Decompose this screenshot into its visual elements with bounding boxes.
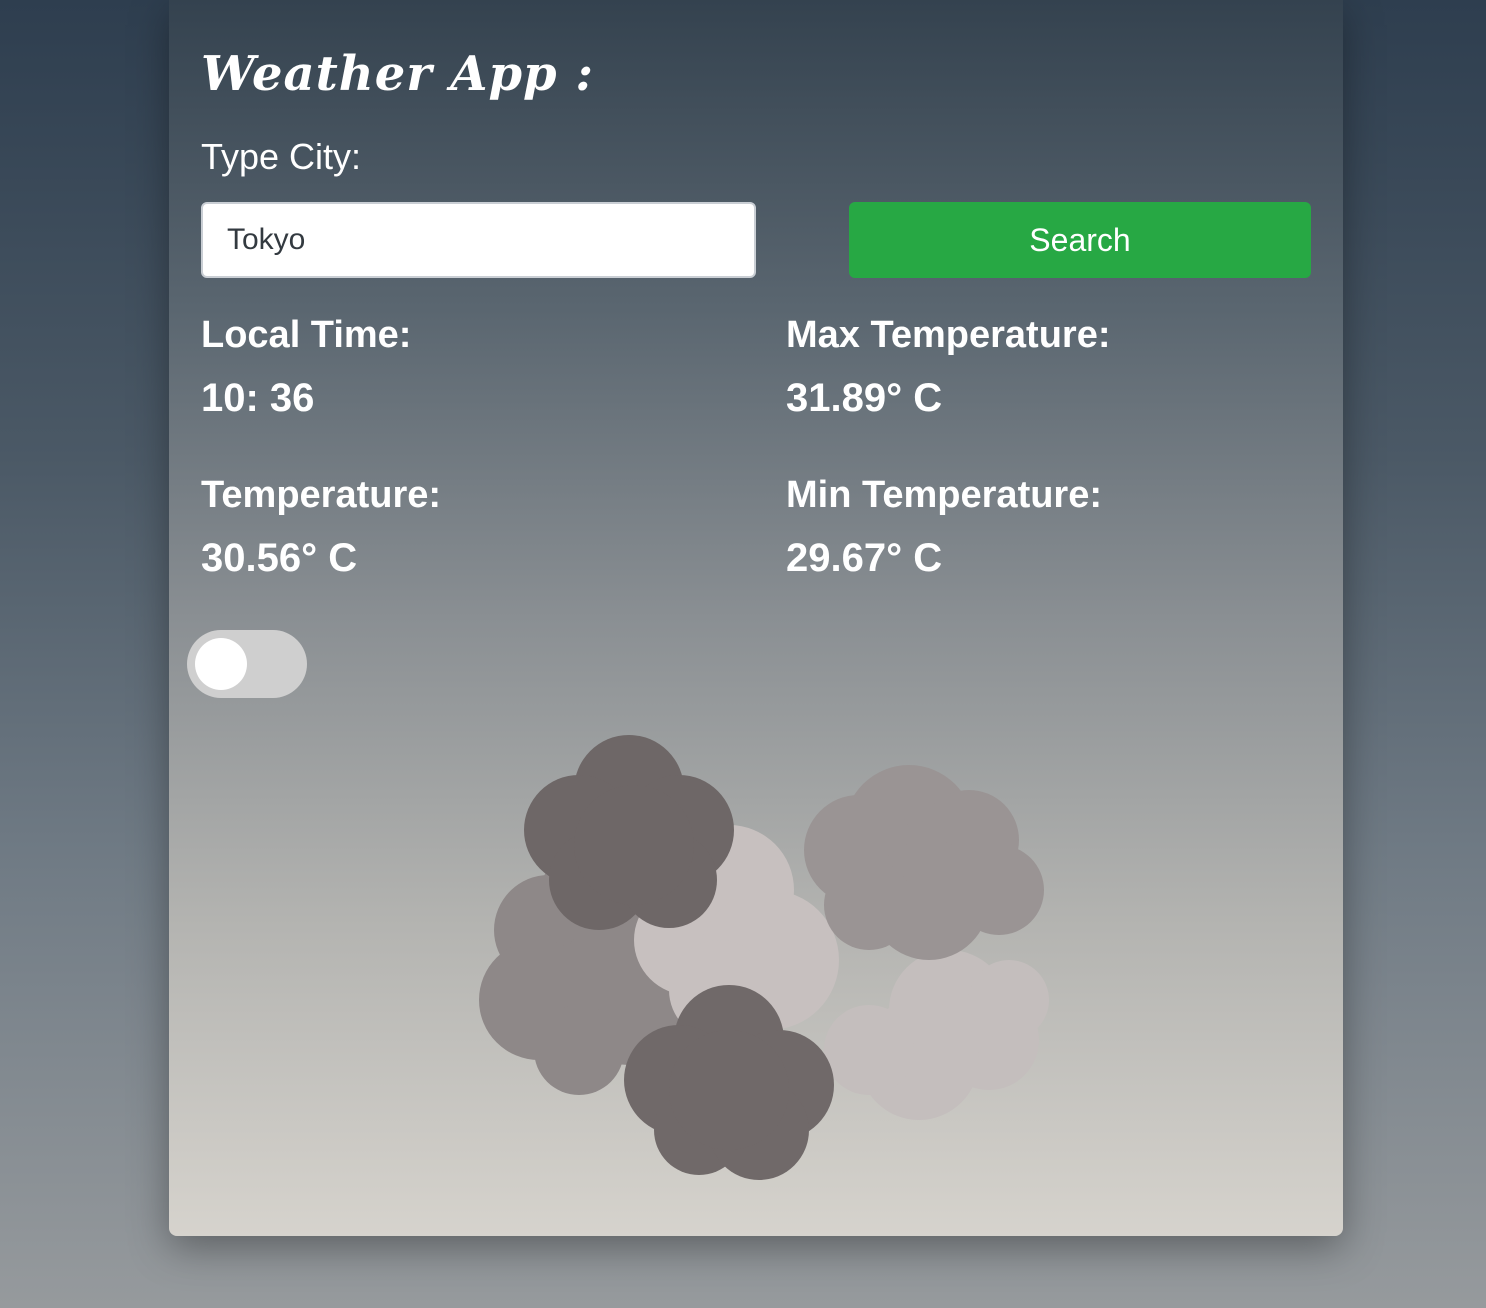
max-temperature-value: 31.89° C [786,376,943,420]
app-title: Weather App : [201,46,595,102]
cloud-shape [804,765,1044,960]
cloud-shape [524,735,734,930]
city-input[interactable] [201,202,756,278]
search-button[interactable]: Search [849,202,1311,278]
city-label: Type City: [201,136,362,177]
temperature-label: Temperature: [201,474,442,516]
min-temperature-label: Min Temperature: [786,474,1103,516]
cloud-shape [824,950,1049,1120]
local-time-value: 10: 36 [201,376,315,420]
max-temperature-label: Max Temperature: [786,314,1111,356]
cloudy-weather-icon [479,735,1049,1180]
temperature-value: 30.56° C [201,536,358,580]
toggle-knob [195,638,247,690]
min-temperature-value: 29.67° C [786,536,943,580]
local-time-label: Local Time: [201,314,412,356]
unit-toggle-switch[interactable] [187,630,307,698]
weather-card: Weather App : Type City: Search Local Ti… [169,0,1343,1236]
